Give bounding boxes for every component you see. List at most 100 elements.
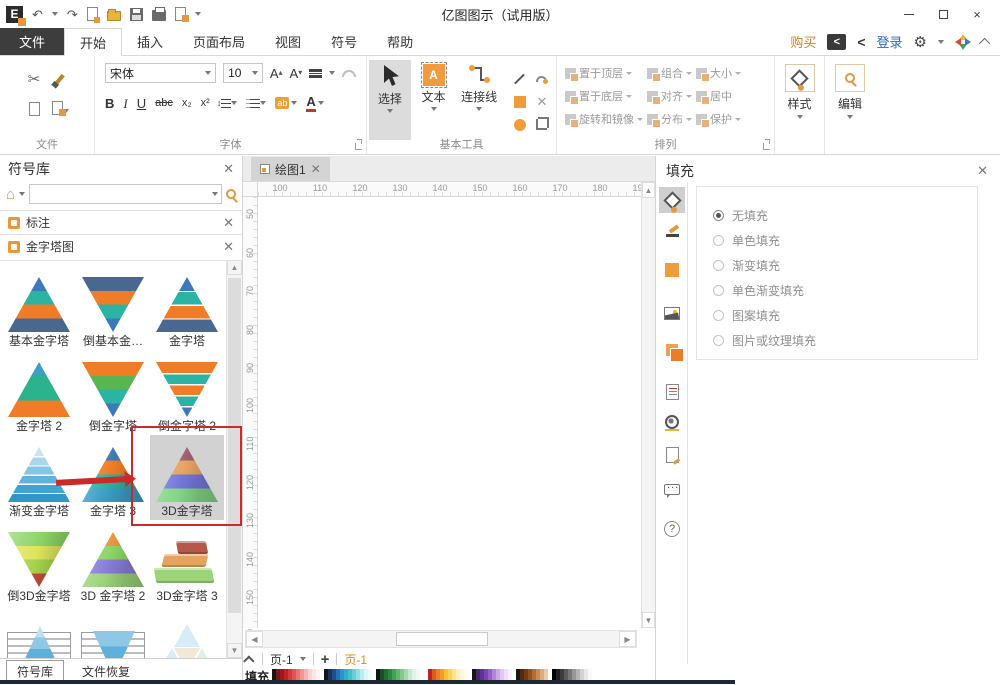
panel-tab-文件恢复[interactable]: 文件恢复	[74, 661, 138, 682]
tab-页面布局[interactable]: 页面布局	[178, 28, 260, 55]
cut-icon[interactable]: ✂	[28, 70, 41, 88]
gallery-item-3D金字塔 3[interactable]: 3D金字塔 3	[150, 520, 224, 605]
format-painter-icon[interactable]	[55, 74, 64, 84]
save-icon[interactable]	[130, 8, 143, 21]
arrange-item[interactable]: 旋转和镜像	[565, 111, 643, 127]
redo-icon[interactable]: ↷	[67, 8, 78, 21]
bullet-list-button[interactable]	[246, 99, 266, 108]
scroll-left-icon[interactable]: ◀	[246, 631, 263, 647]
search-dropdown-icon[interactable]	[212, 192, 218, 196]
page-setup-icon[interactable]	[659, 442, 685, 468]
login-button[interactable]: 登录	[877, 32, 903, 51]
underline-button[interactable]: U	[137, 97, 146, 110]
home-icon[interactable]: ⌂	[6, 187, 15, 202]
arrange-item[interactable]: 保护	[696, 111, 741, 127]
document-properties-icon[interactable]	[659, 379, 685, 405]
comments-icon[interactable]	[659, 476, 685, 502]
select-tool-button[interactable]: 选择	[369, 60, 411, 140]
rectangle-tool-icon[interactable]	[514, 96, 526, 108]
quick-access-dropdown-icon[interactable]	[195, 12, 201, 16]
arrange-item[interactable]: 分布	[647, 111, 692, 127]
connector-dropdown-icon[interactable]	[476, 107, 482, 111]
gallery-item[interactable]	[76, 605, 150, 658]
gallery-item-渐变金字塔[interactable]: 渐变金字塔	[2, 435, 76, 520]
vertical-scrollbar[interactable]: ▲ ▼	[641, 182, 655, 628]
paste-icon[interactable]	[52, 101, 63, 115]
paragraph-icon[interactable]	[309, 69, 322, 78]
clipboard-icon[interactable]	[175, 7, 186, 21]
arrange-item[interactable]: 对齐	[647, 88, 692, 104]
close-button[interactable]: ×	[960, 2, 994, 26]
font-color-button[interactable]: A	[306, 95, 323, 112]
tab-帮助[interactable]: 帮助	[372, 28, 428, 55]
scroll-up-icon[interactable]: ▲	[642, 182, 655, 198]
gallery-item-基本金字塔[interactable]: 基本金字塔	[2, 265, 76, 350]
symbol-search-input[interactable]	[33, 187, 212, 201]
font-size-combo[interactable]: 10	[223, 63, 263, 83]
text-arc-icon[interactable]	[342, 70, 356, 77]
share-box-icon[interactable]: <	[827, 34, 846, 50]
section-callouts[interactable]: 标注 ✕	[0, 210, 242, 234]
arrange-item[interactable]: 组合	[647, 65, 692, 81]
fill-option-单色渐变填充[interactable]: 单色渐变填充	[713, 278, 977, 303]
add-page-button[interactable]: +	[321, 651, 330, 668]
radio-icon[interactable]	[713, 235, 724, 246]
arrange-item[interactable]: 大小	[696, 65, 741, 81]
strikethrough-button[interactable]: abc	[155, 98, 173, 109]
fill-option-图案填充[interactable]: 图案填充	[713, 303, 977, 328]
text-dropdown-icon[interactable]	[431, 107, 437, 111]
current-page-label[interactable]: 页-1	[344, 651, 367, 668]
style-dropdown-icon[interactable]	[797, 115, 803, 119]
scroll-up-icon[interactable]: ▲	[227, 260, 242, 275]
buy-button[interactable]: 购买	[790, 32, 816, 51]
arc-tool-icon[interactable]	[536, 76, 547, 82]
radio-icon[interactable]	[713, 310, 724, 321]
grow-font-button[interactable]: A	[270, 67, 283, 80]
arrange-item[interactable]: 置于底层	[565, 88, 643, 104]
undo-dropdown-icon[interactable]	[52, 12, 58, 16]
gallery-item-倒金字塔 2[interactable]: 倒金字塔 2	[150, 350, 224, 435]
home-dropdown-icon[interactable]	[19, 192, 25, 196]
collapse-ribbon-icon[interactable]	[979, 37, 990, 48]
minimize-button[interactable]	[892, 2, 926, 26]
paragraph-dropdown-icon[interactable]	[329, 71, 335, 75]
settings-dropdown-icon[interactable]	[938, 40, 944, 44]
arrange-dialog-launcher-icon[interactable]	[763, 143, 770, 150]
text-tool-button[interactable]: A 文本	[413, 60, 455, 140]
select-dropdown-icon[interactable]	[387, 109, 393, 113]
font-dialog-launcher-icon[interactable]	[355, 143, 362, 150]
image-icon[interactable]	[659, 300, 685, 326]
theme-layers-icon[interactable]	[659, 337, 685, 363]
print-icon[interactable]	[152, 10, 166, 21]
gallery-item-倒金字塔[interactable]: 倒金字塔	[76, 350, 150, 435]
arrange-item[interactable]: 居中	[696, 88, 741, 104]
radio-icon[interactable]	[713, 210, 724, 221]
maximize-button[interactable]	[926, 2, 960, 26]
scroll-down-icon[interactable]: ▼	[227, 643, 242, 658]
fill-bucket-icon[interactable]	[659, 187, 685, 213]
fill-option-单色填充[interactable]: 单色填充	[713, 228, 977, 253]
section-pyramid-close-icon[interactable]: ✕	[223, 239, 234, 255]
scroll-down-icon[interactable]: ▼	[642, 612, 655, 628]
copy-icon[interactable]	[29, 102, 40, 116]
horizontal-scrollbar[interactable]: ◀ ▶	[245, 630, 637, 648]
line-tool-icon[interactable]	[515, 73, 526, 84]
line-style-icon[interactable]	[659, 222, 685, 248]
tab-符号[interactable]: 符号	[316, 28, 372, 55]
edit-button[interactable]: 编辑	[825, 56, 875, 119]
pencil-delete-tool-icon[interactable]: ✕	[537, 94, 548, 110]
line-spacing-button[interactable]: ↕	[219, 98, 238, 108]
connector-tool-button[interactable]: 连接线	[456, 60, 502, 140]
symbol-panel-close-icon[interactable]: ✕	[223, 161, 234, 177]
scroll-right-icon[interactable]: ▶	[619, 631, 636, 647]
gallery-item-倒基本金…[interactable]: 倒基本金…	[76, 265, 150, 350]
fill-option-图片或纹理填充[interactable]: 图片或纹理填充	[713, 328, 977, 353]
settings-gear-icon[interactable]: ⚙	[914, 33, 927, 51]
style-button[interactable]: 样式	[775, 56, 824, 119]
section-pyramid-charts[interactable]: 金字塔图 ✕	[0, 234, 242, 258]
new-document-icon[interactable]	[87, 7, 98, 21]
open-file-icon[interactable]	[107, 11, 121, 21]
ellipse-tool-icon[interactable]	[514, 119, 526, 131]
symbol-search-box[interactable]	[29, 184, 222, 204]
document-tab[interactable]: 绘图1 ✕	[251, 157, 330, 181]
